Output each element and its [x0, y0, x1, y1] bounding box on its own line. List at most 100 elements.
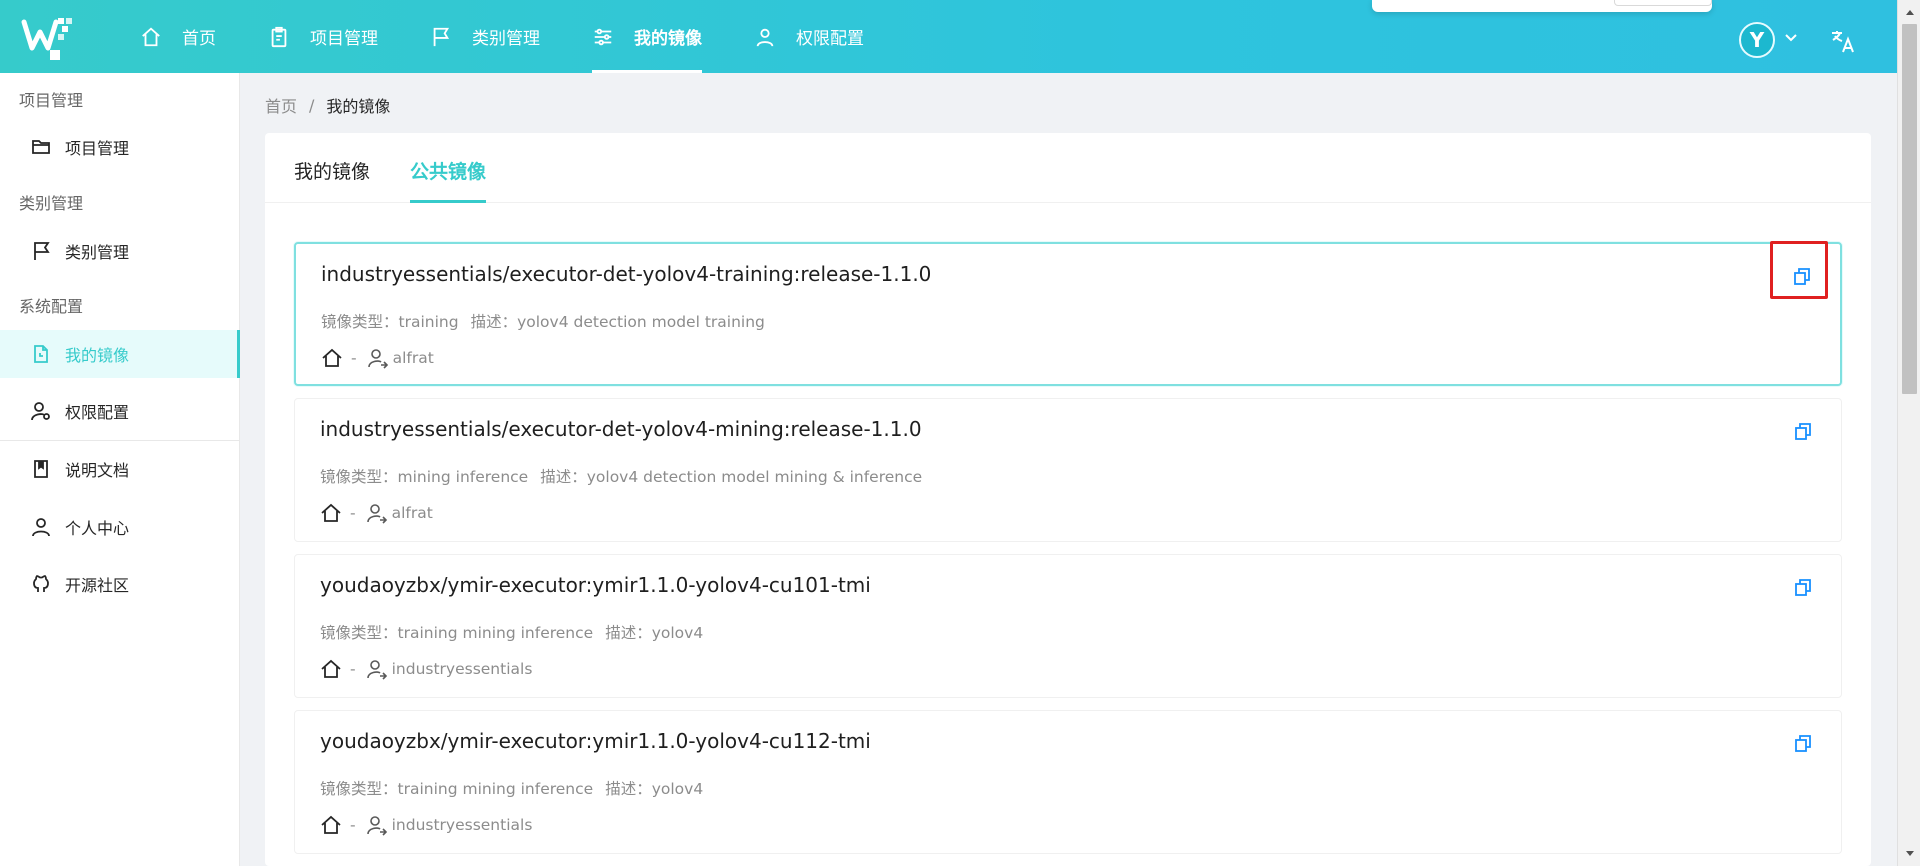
sidebar-item-docs[interactable]: 说明文档	[0, 445, 240, 493]
user-icon	[31, 517, 51, 537]
nav-permission-config-label: 权限配置	[796, 29, 864, 49]
home-icon	[321, 347, 343, 369]
scrollbar-thumb[interactable]	[1902, 24, 1917, 394]
image-meta: 镜像类型：training mining inference 描述：yolov4	[320, 621, 703, 643]
image-owner: alfrat	[391, 504, 433, 522]
image-meta: 镜像类型：mining inference 描述：yolov4 detection…	[320, 465, 922, 487]
project-value: -	[350, 816, 356, 834]
copy-icon	[1794, 268, 1810, 285]
tab-public-images[interactable]: 公共镜像	[410, 157, 487, 203]
book-icon	[31, 459, 51, 479]
app-logo[interactable]	[20, 14, 74, 62]
image-footer: - alfrat	[320, 502, 433, 524]
image-meta: 镜像类型：training mining inference 描述：yolov4	[320, 777, 703, 799]
image-owner: industryessentials	[391, 660, 533, 678]
copy-icon	[1795, 735, 1811, 752]
breadcrumb: 首页 / 我的镜像	[265, 93, 390, 117]
nav-my-images-label: 我的镜像	[634, 29, 702, 49]
sidebar-item-permission-config[interactable]: 权限配置	[0, 387, 240, 435]
nav-my-images[interactable]: 我的镜像	[592, 0, 702, 73]
image-name: youdaoyzbx/ymir-executor:ymir1.1.0-yolov…	[320, 573, 871, 597]
image-owner: alfrat	[392, 349, 434, 367]
nav-project-management-label: 项目管理	[310, 29, 378, 49]
copy-icon	[1795, 579, 1811, 596]
type-label: 镜像类型：	[320, 468, 398, 486]
image-card[interactable]: youdaoyzbx/ymir-executor:ymir1.1.0-yolov…	[294, 554, 1842, 698]
sidebar-item-personal-center[interactable]: 个人中心	[0, 503, 240, 551]
sidebar-item-label: 说明文档	[65, 461, 130, 480]
image-name: industryessentials/executor-det-yolov4-m…	[320, 417, 922, 441]
copy-button[interactable]	[1789, 729, 1817, 757]
chevron-down-icon[interactable]	[1783, 30, 1799, 46]
copy-button[interactable]	[1788, 262, 1816, 290]
image-footer: - industryessentials	[320, 658, 532, 680]
image-type: training mining inference	[397, 624, 594, 642]
nav-permission-config[interactable]: 权限配置	[754, 0, 864, 73]
sidebar-item-open-source[interactable]: 开源社区	[0, 560, 240, 608]
sidebar-group-category: 类别管理	[19, 194, 84, 213]
flag-icon	[430, 26, 452, 48]
sidebar-item-label: 开源社区	[65, 576, 130, 595]
sidebar-item-label: 个人中心	[65, 519, 130, 538]
project-value: -	[350, 660, 356, 678]
sidebar-item-label: 我的镜像	[65, 346, 130, 365]
image-footer: - alfrat	[321, 347, 434, 369]
image-card[interactable]: industryessentials/executor-det-yolov4-t…	[294, 242, 1842, 386]
user-share-icon	[366, 658, 388, 680]
type-label: 镜像类型：	[320, 780, 398, 798]
sidebar: 项目管理 项目管理 类别管理 类别管理 系统配置 我的镜像 权限配置 说明文档 …	[0, 73, 240, 866]
home-icon	[320, 502, 342, 524]
sidebar-group-project: 项目管理	[19, 91, 84, 110]
image-tabs: 我的镜像 公共镜像	[265, 133, 1871, 203]
nav-home[interactable]: 首页	[140, 0, 216, 73]
sidebar-item-label: 类别管理	[65, 243, 130, 262]
image-desc: yolov4	[651, 780, 704, 798]
project-value: -	[351, 349, 357, 367]
image-card[interactable]: industryessentials/executor-det-yolov4-m…	[294, 398, 1842, 542]
user-share-icon	[367, 347, 389, 369]
user-icon	[754, 26, 776, 48]
translate-icon[interactable]	[1830, 28, 1856, 54]
nav-project-management[interactable]: 项目管理	[268, 0, 378, 73]
image-name: youdaoyzbx/ymir-executor:ymir1.1.0-yolov…	[320, 729, 871, 753]
main-panel: 我的镜像 公共镜像 industryessentials/executor-de…	[265, 133, 1871, 866]
copy-button[interactable]	[1789, 417, 1817, 445]
image-type: mining inference	[397, 468, 529, 486]
sidebar-item-project-management[interactable]: 项目管理	[0, 123, 240, 171]
image-card[interactable]: youdaoyzbx/ymir-executor:ymir1.1.0-yolov…	[294, 710, 1842, 854]
image-desc: yolov4 detection model training	[517, 313, 765, 331]
nav-home-label: 首页	[182, 29, 216, 49]
project-value: -	[350, 504, 356, 522]
breadcrumb-home[interactable]: 首页	[265, 93, 297, 117]
nav-category-management-label: 类别管理	[472, 29, 540, 49]
scroll-down-arrow-icon[interactable]	[1898, 844, 1920, 864]
copy-button[interactable]	[1789, 573, 1817, 601]
tab-my-images[interactable]: 我的镜像	[294, 157, 370, 200]
main-nav: 首页 项目管理 类别管理 我的镜像 权限配置	[140, 0, 916, 73]
breadcrumb-separator: /	[309, 95, 315, 115]
desc-label: 描述：	[470, 313, 518, 331]
type-label: 镜像类型：	[320, 624, 398, 642]
sidebar-item-category-management[interactable]: 类别管理	[0, 227, 240, 275]
image-type: training	[398, 313, 459, 331]
home-icon	[320, 814, 342, 836]
github-icon	[31, 574, 51, 594]
sidebar-item-label: 权限配置	[65, 403, 130, 422]
breadcrumb-current: 我的镜像	[326, 97, 391, 116]
dropdown-popup-edge	[1372, 0, 1712, 12]
top-header: 首页 项目管理 类别管理 我的镜像 权限配置 Y	[0, 0, 1897, 73]
image-footer: - industryessentials	[320, 814, 532, 836]
image-meta: 镜像类型：training 描述：yolov4 detection model t…	[321, 310, 765, 332]
page-scrollbar[interactable]	[1897, 0, 1920, 866]
image-desc: yolov4 detection model mining & inferenc…	[586, 468, 923, 486]
sidebar-item-my-images[interactable]: 我的镜像	[0, 330, 240, 378]
desc-label: 描述：	[605, 624, 652, 642]
sliders-icon	[592, 26, 614, 48]
image-type: training mining inference	[397, 780, 594, 798]
scroll-up-arrow-icon[interactable]	[1898, 2, 1920, 22]
user-share-icon	[366, 502, 388, 524]
desc-label: 描述：	[540, 468, 587, 486]
nav-category-management[interactable]: 类别管理	[430, 0, 540, 73]
avatar[interactable]: Y	[1739, 22, 1775, 58]
file-clock-icon	[31, 344, 51, 364]
